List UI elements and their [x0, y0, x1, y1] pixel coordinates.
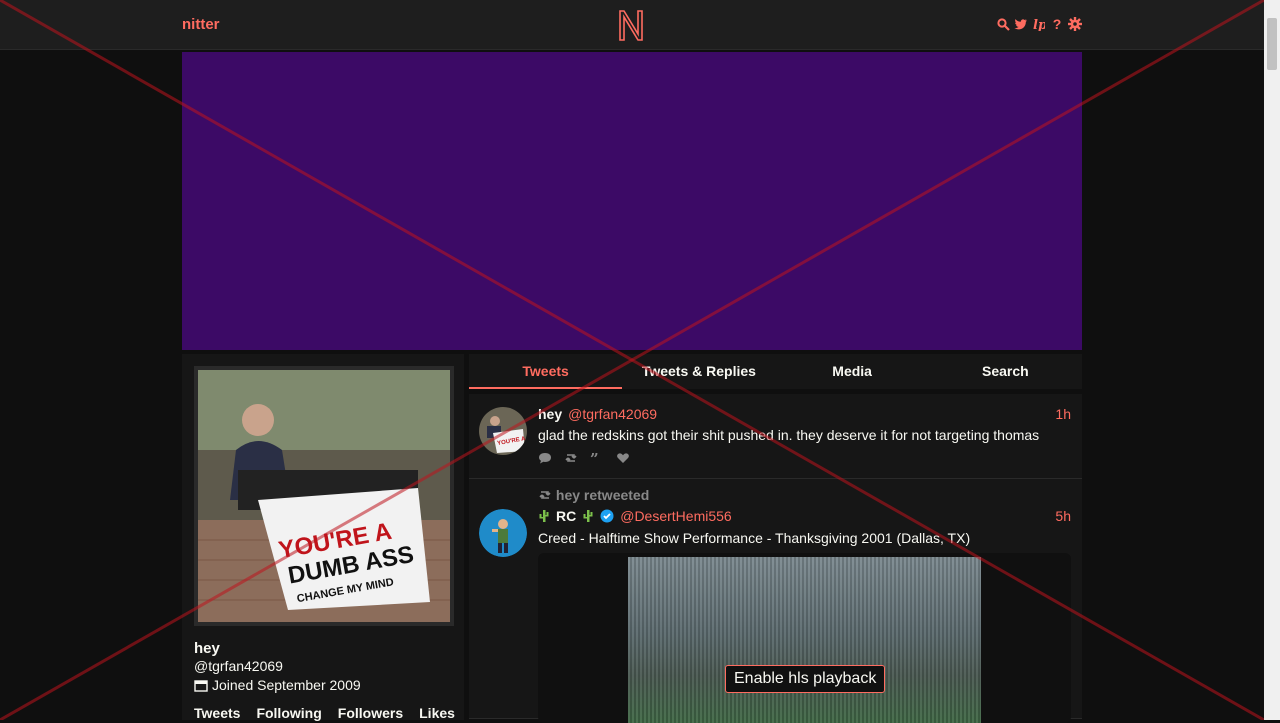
- tweet-fullname[interactable]: hey: [538, 406, 562, 422]
- cactus-icon: [583, 510, 593, 522]
- nav-icons: lp ?: [996, 16, 1082, 32]
- navbar: nitter lp ?: [0, 0, 1264, 50]
- avatar-photo-icon: [479, 509, 527, 557]
- tweet-content: glad the redskins got their shit pushed …: [538, 427, 1040, 443]
- tab-tweets[interactable]: Tweets: [469, 354, 623, 389]
- search-icon[interactable]: [996, 16, 1010, 32]
- brand-link[interactable]: nitter: [182, 16, 220, 33]
- scrollbar-thumb[interactable]: [1267, 18, 1277, 70]
- profile-avatar[interactable]: YOU'RE A DUMB ASS CHANGE MY MIND: [194, 366, 454, 626]
- timeline: Tweets Tweets & Replies Media Search YOU…: [469, 354, 1082, 723]
- tab-tweets-replies[interactable]: Tweets & Replies: [622, 354, 775, 389]
- retweet-icon[interactable]: [564, 452, 578, 464]
- tweet-time[interactable]: 1h: [1055, 406, 1071, 422]
- tab-media[interactable]: Media: [776, 354, 929, 389]
- settings-icon[interactable]: [1068, 16, 1082, 32]
- rss-icon[interactable]: lp: [1032, 16, 1046, 32]
- help-icon[interactable]: ?: [1050, 16, 1064, 32]
- tweet-username[interactable]: @tgrfan42069: [568, 406, 657, 422]
- reply-icon[interactable]: [538, 452, 552, 464]
- tweet-time[interactable]: 5h: [1055, 508, 1071, 524]
- profile-joined: Joined September 2009: [194, 677, 361, 693]
- video-thumbnail: [628, 557, 981, 723]
- profile-banner[interactable]: [182, 52, 1082, 350]
- enable-hls-button[interactable]: Enable hls playback: [725, 665, 886, 693]
- quote-icon[interactable]: ”: [590, 452, 604, 464]
- tweet[interactable]: YOU'RE A hey @tgrfan42069 1h glad the re…: [469, 394, 1082, 479]
- profile-name[interactable]: hey: [194, 640, 220, 657]
- verified-icon: [600, 509, 614, 523]
- profile-stats: Tweets Following Followers Likes: [194, 705, 471, 721]
- timeline-tabs: Tweets Tweets & Replies Media Search: [469, 354, 1082, 390]
- tweet-avatar[interactable]: [479, 509, 527, 557]
- profile-handle[interactable]: @tgrfan42069: [194, 658, 283, 674]
- retweet-header: hey retweeted: [538, 487, 649, 503]
- stat-likes[interactable]: Likes: [419, 705, 455, 721]
- stat-followers[interactable]: Followers: [338, 705, 403, 721]
- tweet-actions: ”: [538, 452, 630, 464]
- retweet-icon: [539, 491, 551, 499]
- retweet-header-text: hey retweeted: [555, 487, 650, 503]
- twitter-icon[interactable]: [1014, 16, 1028, 32]
- stat-following[interactable]: Following: [256, 705, 321, 721]
- stat-tweets[interactable]: Tweets: [194, 705, 240, 721]
- profile-card: YOU'RE A DUMB ASS CHANGE MY MIND hey @tg…: [182, 354, 464, 721]
- tab-search[interactable]: Search: [929, 354, 1082, 389]
- tweet-avatar[interactable]: YOU'RE A: [479, 407, 527, 455]
- heart-icon[interactable]: [616, 452, 630, 464]
- scrollbar[interactable]: [1264, 0, 1280, 720]
- profile-avatar-image: YOU'RE A DUMB ASS CHANGE MY MIND: [198, 370, 450, 622]
- tweet-header: hey @tgrfan42069 1h: [538, 406, 1071, 422]
- tweet-fullname[interactable]: RC: [556, 508, 576, 524]
- avatar-photo-icon: YOU'RE A: [479, 407, 527, 455]
- tweet[interactable]: hey retweeted RC @DesertHemi556 5h Creed…: [469, 479, 1082, 723]
- video-container[interactable]: Enable hls playback: [538, 553, 1071, 723]
- tweet-content: Creed - Halftime Show Performance - Than…: [538, 530, 971, 546]
- tweet-header: RC @DesertHemi556 5h: [538, 508, 1071, 524]
- profile-joined-text: Joined September 2009: [212, 677, 361, 693]
- avatar-photo-icon: YOU'RE A DUMB ASS CHANGE MY MIND: [198, 370, 450, 622]
- nitter-logo-icon[interactable]: [617, 8, 645, 42]
- calendar-icon: [194, 679, 208, 692]
- cactus-icon: [539, 510, 549, 522]
- svg-text:”: ”: [590, 452, 599, 464]
- svg-text:lp: lp: [1033, 18, 1045, 31]
- tweet-username[interactable]: @DesertHemi556: [620, 508, 731, 524]
